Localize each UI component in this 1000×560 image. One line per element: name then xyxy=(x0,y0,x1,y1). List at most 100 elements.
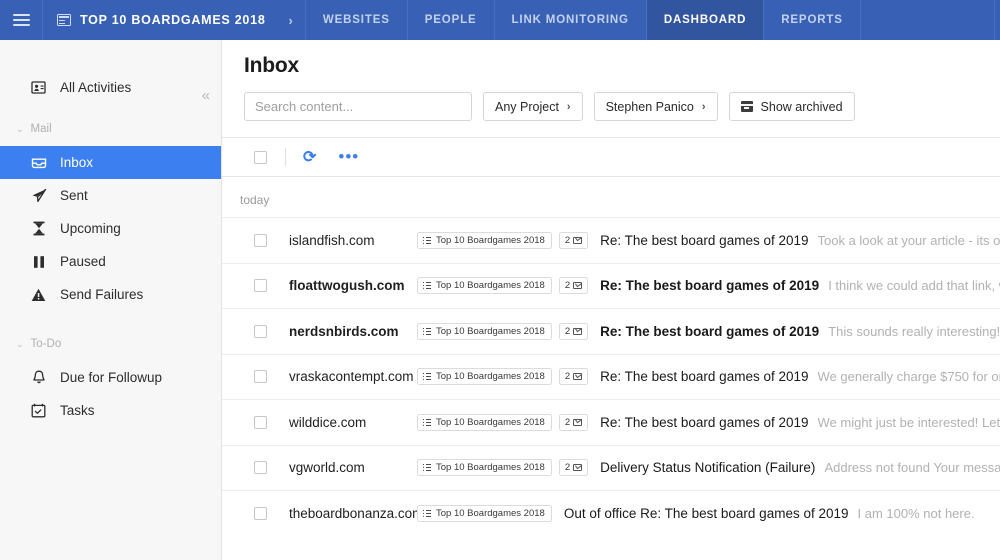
row-preview: This sounds really interesting! Of cours… xyxy=(828,324,1000,339)
sidebar-item-paused[interactable]: Paused xyxy=(0,245,221,278)
row-checkbox[interactable] xyxy=(254,507,267,520)
row-tags: Top 10 Boardgames 2018 2 xyxy=(417,368,588,385)
row-preview: We might just be interested! Let me chec… xyxy=(818,415,1000,430)
sidebar-group-label-todo: To-Do xyxy=(31,338,62,350)
tab-people[interactable]: PEOPLE xyxy=(408,0,495,40)
sidebar-label-upcoming: Upcoming xyxy=(60,221,121,236)
project-tag-label: Top 10 Boardgames 2018 xyxy=(436,280,545,291)
sidebar-label-tasks: Tasks xyxy=(60,403,95,418)
project-tag[interactable]: Top 10 Boardgames 2018 xyxy=(417,414,552,431)
show-archived-button[interactable]: Show archived xyxy=(729,92,855,121)
row-domain: theboardbonanza.com xyxy=(267,506,417,521)
table-row[interactable]: floattwogush.com Top 10 Boardgames 2018 … xyxy=(222,263,1000,309)
table-row[interactable]: vgworld.com Top 10 Boardgames 2018 2 Del… xyxy=(222,445,1000,491)
project-tag[interactable]: Top 10 Boardgames 2018 xyxy=(417,232,552,249)
chevron-down-icon: ⌄ xyxy=(16,339,24,350)
list-icon xyxy=(423,373,431,380)
message-count-chip: 2 xyxy=(559,232,588,249)
select-all-checkbox[interactable] xyxy=(254,151,267,164)
row-checkbox[interactable] xyxy=(254,234,267,247)
tab-reports[interactable]: REPORTS xyxy=(764,0,861,40)
project-tag[interactable]: Top 10 Boardgames 2018 xyxy=(417,505,552,522)
list-icon xyxy=(423,510,431,517)
row-preview: Address not found Your message wasn't de… xyxy=(824,460,1000,475)
owner-filter-button[interactable]: Stephen Panico › xyxy=(594,92,718,121)
envelope-icon xyxy=(573,282,582,289)
row-checkbox[interactable] xyxy=(254,370,267,383)
chevron-down-icon: ⌄ xyxy=(16,124,24,135)
paper-plane-icon xyxy=(30,187,47,204)
sidebar-group-mail[interactable]: ⌄ Mail xyxy=(0,114,221,144)
project-tag[interactable]: Top 10 Boardgames 2018 xyxy=(417,277,552,294)
project-title: TOP 10 BOARDGAMES 2018 xyxy=(80,13,266,27)
row-domain: islandfish.com xyxy=(267,233,417,248)
project-tag-label: Top 10 Boardgames 2018 xyxy=(436,417,545,428)
tab-dashboard[interactable]: DASHBOARD xyxy=(647,0,764,40)
envelope-icon xyxy=(573,328,582,335)
main-header: Inbox Any Project › Stephen Panico › Sho… xyxy=(222,40,1000,121)
more-options-icon[interactable]: ••• xyxy=(338,154,359,161)
table-row[interactable]: islandfish.com Top 10 Boardgames 2018 2 … xyxy=(222,217,1000,263)
hamburger-menu-icon[interactable] xyxy=(0,0,43,40)
message-count-chip: 2 xyxy=(559,459,588,476)
tab-websites[interactable]: WEBSITES xyxy=(306,0,408,40)
refresh-icon[interactable]: ⟳ xyxy=(303,147,316,167)
sidebar-item-tasks[interactable]: Tasks xyxy=(0,394,221,427)
project-tag[interactable]: Top 10 Boardgames 2018 xyxy=(417,368,552,385)
row-tags: Top 10 Boardgames 2018 2 xyxy=(417,459,588,476)
project-filter-button[interactable]: Any Project › xyxy=(483,92,583,121)
row-tags: Top 10 Boardgames 2018 2 xyxy=(417,277,588,294)
message-count: 2 xyxy=(565,371,570,382)
tab-link-monitoring[interactable]: LINK MONITORING xyxy=(495,0,647,40)
chevron-right-icon[interactable]: › xyxy=(275,13,293,28)
sidebar-item-due-for-followup[interactable]: Due for Followup xyxy=(0,361,221,394)
search-input[interactable] xyxy=(244,92,472,121)
sidebar-group-todo[interactable]: ⌄ To-Do xyxy=(0,329,221,359)
list-icon xyxy=(423,464,431,471)
sidebar-label-paused: Paused xyxy=(60,254,106,269)
message-count: 2 xyxy=(565,235,570,246)
hourglass-icon xyxy=(30,220,47,237)
sidebar: « All Activities ⌄ Mail xyxy=(0,40,222,560)
row-subject: Re: The best board games of 2019 xyxy=(600,324,819,339)
sidebar-item-all-activities[interactable]: All Activities xyxy=(0,71,221,104)
sidebar-item-upcoming[interactable]: Upcoming xyxy=(0,212,221,245)
message-count: 2 xyxy=(565,417,570,428)
row-subject: Delivery Status Notification (Failure) xyxy=(600,460,815,475)
inbox-tray-icon xyxy=(30,154,47,171)
project-tag[interactable]: Top 10 Boardgames 2018 xyxy=(417,323,552,340)
page-title: Inbox xyxy=(244,54,1000,78)
sidebar-label-inbox: Inbox xyxy=(60,155,93,170)
project-switcher[interactable]: TOP 10 BOARDGAMES 2018 › xyxy=(43,0,306,40)
sidebar-item-send-failures[interactable]: Send Failures xyxy=(0,278,221,311)
table-row[interactable]: theboardbonanza.com Top 10 Boardgames 20… xyxy=(222,490,1000,536)
row-checkbox[interactable] xyxy=(254,461,267,474)
body-container: « All Activities ⌄ Mail xyxy=(0,40,1000,560)
list-icon xyxy=(423,328,431,335)
project-board-icon xyxy=(57,14,71,26)
table-row[interactable]: wilddice.com Top 10 Boardgames 2018 2 Re… xyxy=(222,399,1000,445)
envelope-icon xyxy=(573,373,582,380)
sidebar-label-due-for-followup: Due for Followup xyxy=(60,370,162,385)
sidebar-item-sent[interactable]: Sent xyxy=(0,179,221,212)
project-tag[interactable]: Top 10 Boardgames 2018 xyxy=(417,459,552,476)
collapse-sidebar-icon[interactable]: « xyxy=(202,88,210,103)
row-domain: vgworld.com xyxy=(267,460,417,475)
table-row[interactable]: vraskacontempt.com Top 10 Boardgames 201… xyxy=(222,354,1000,400)
row-tags: Top 10 Boardgames 2018 xyxy=(417,505,552,522)
row-domain: vraskacontempt.com xyxy=(267,369,417,384)
row-subject: Re: The best board games of 2019 xyxy=(600,233,808,248)
list-action-toolbar: ⟳ ••• xyxy=(222,137,1000,177)
row-checkbox[interactable] xyxy=(254,416,267,429)
row-domain: floattwogush.com xyxy=(267,278,417,293)
project-filter-label: Any Project xyxy=(495,100,559,114)
row-subject: Re: The best board games of 2019 xyxy=(600,278,819,293)
row-checkbox[interactable] xyxy=(254,279,267,292)
sidebar-item-inbox[interactable]: Inbox xyxy=(0,146,221,179)
table-row[interactable]: nerdsnbirds.com Top 10 Boardgames 2018 2… xyxy=(222,308,1000,354)
row-subject: Re: The best board games of 2019 xyxy=(600,415,808,430)
owner-filter-label: Stephen Panico xyxy=(606,100,694,114)
list-icon xyxy=(423,419,431,426)
row-checkbox[interactable] xyxy=(254,325,267,338)
filter-toolbar: Any Project › Stephen Panico › Show arch… xyxy=(244,92,1000,121)
